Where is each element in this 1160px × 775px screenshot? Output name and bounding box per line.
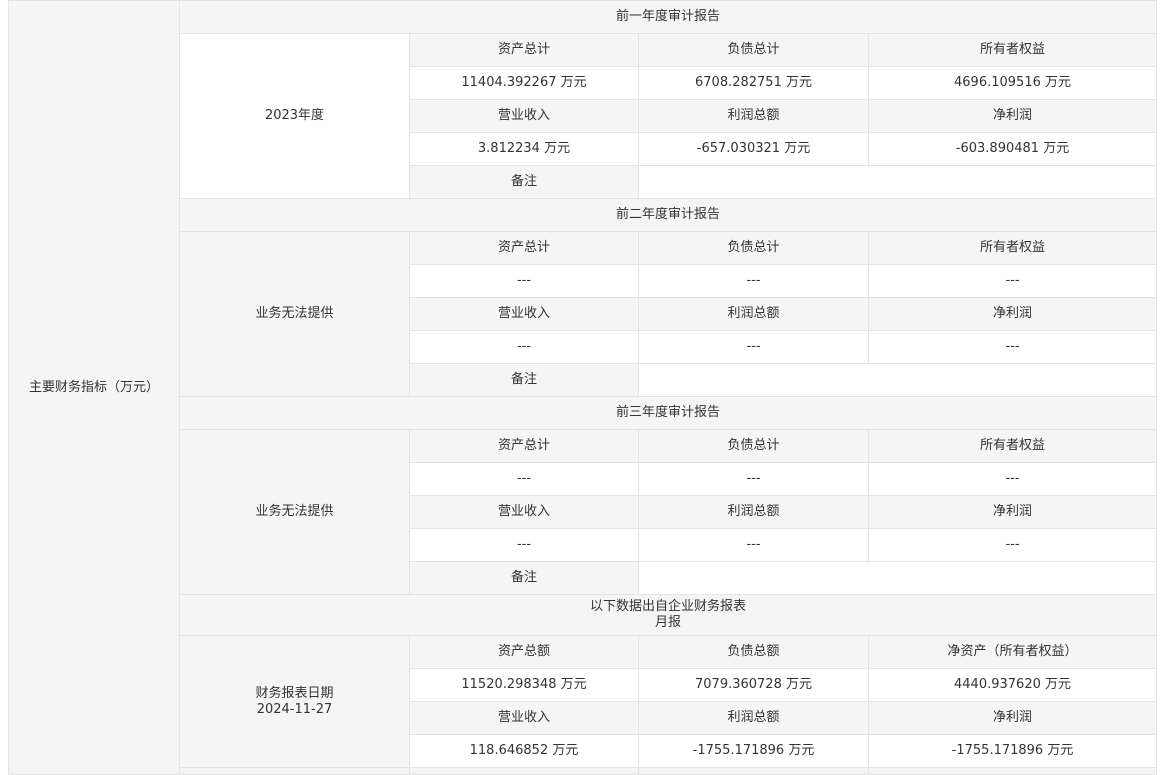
trailing-cell-3 bbox=[638, 767, 869, 775]
year2-equity-value: --- bbox=[867, 264, 1158, 298]
year1-remark-label: 备注 bbox=[409, 165, 639, 199]
report-revenue-label: 营业收入 bbox=[409, 701, 639, 735]
year1-assets-value: 11404.392267 万元 bbox=[409, 66, 639, 100]
trailing-cell-1 bbox=[179, 767, 410, 775]
report-assets-value: 11520.298348 万元 bbox=[409, 668, 639, 702]
year2-label-row-1: 业务无法提供 资产总计 负债总计 所有者权益 bbox=[9, 231, 1158, 397]
year2-assets-value: --- bbox=[409, 264, 639, 298]
year2-revenue-label: 营业收入 bbox=[409, 297, 639, 331]
year3-total-profit-value: --- bbox=[638, 528, 869, 562]
year3-net-profit-label: 净利润 bbox=[867, 495, 1158, 529]
year3-title: 前三年度审计报告 bbox=[178, 396, 1158, 430]
year1-net-profit-label: 净利润 bbox=[867, 99, 1158, 133]
year1-revenue-label: 营业收入 bbox=[409, 99, 639, 133]
year1-total-profit-label: 利润总额 bbox=[638, 99, 869, 133]
report-label-row-1: 财务报表日期 2024-11-27 资产总额 负债总额 净资产（所有者权益） bbox=[9, 635, 1158, 768]
year3-total-profit-label: 利润总额 bbox=[638, 495, 869, 529]
year3-net-profit-value: --- bbox=[867, 528, 1158, 562]
year3-liabilities-value: --- bbox=[638, 462, 869, 496]
year1-remark-value bbox=[637, 165, 1158, 199]
report-date-value: 2024-11-27 bbox=[256, 701, 333, 717]
year3-equity-value: --- bbox=[867, 462, 1158, 496]
year2-remark-value bbox=[637, 363, 1158, 397]
trailing-cell-2 bbox=[409, 767, 639, 775]
year3-period: 业务无法提供 bbox=[179, 429, 410, 595]
trailing-row bbox=[9, 767, 1158, 775]
year2-total-profit-value: --- bbox=[638, 330, 869, 364]
year1-title-row: 主要财务指标（万元） 前一年度审计报告 bbox=[8, 0, 1158, 775]
year3-revenue-label: 营业收入 bbox=[409, 495, 639, 529]
year3-assets-label: 资产总计 bbox=[409, 429, 639, 463]
report-net-profit-label: 净利润 bbox=[867, 701, 1158, 735]
year3-title-row: 前三年度审计报告 bbox=[9, 396, 1158, 430]
year1-liabilities-label: 负债总计 bbox=[638, 33, 869, 67]
year3-equity-label: 所有者权益 bbox=[867, 429, 1158, 463]
year1-equity-value: 4696.109516 万元 bbox=[867, 66, 1158, 100]
year2-liabilities-label: 负债总计 bbox=[638, 231, 869, 265]
report-equity-value: 4440.937620 万元 bbox=[867, 668, 1158, 702]
year1-liabilities-value: 6708.282751 万元 bbox=[638, 66, 869, 100]
report-total-profit-value: -1755.171896 万元 bbox=[638, 734, 869, 768]
year3-revenue-value: --- bbox=[409, 528, 639, 562]
year1-revenue-value: 3.812234 万元 bbox=[409, 132, 639, 166]
year2-net-profit-value: --- bbox=[867, 330, 1158, 364]
year1-label-row-1: 2023年度 资产总计 负债总计 所有者权益 bbox=[9, 33, 1158, 199]
year2-revenue-value: --- bbox=[409, 330, 639, 364]
report-title-row: 以下数据出自企业财务报表 月报 bbox=[9, 594, 1158, 636]
financial-indicators-table: 主要财务指标（万元） 前一年度审计报告 2023年度 资产总计 负债总计 所有者… bbox=[8, 0, 1158, 775]
year2-period: 业务无法提供 bbox=[179, 231, 410, 397]
report-assets-label: 资产总额 bbox=[409, 635, 639, 669]
report-title-line2: 月报 bbox=[655, 615, 682, 630]
report-total-profit-label: 利润总额 bbox=[638, 701, 869, 735]
report-date-label: 财务报表日期 bbox=[255, 685, 334, 701]
year2-remark-label: 备注 bbox=[409, 363, 639, 397]
report-equity-label: 净资产（所有者权益） bbox=[867, 635, 1158, 669]
trailing-cell-4 bbox=[867, 767, 1158, 775]
year3-liabilities-label: 负债总计 bbox=[638, 429, 869, 463]
year2-title-row: 前二年度审计报告 bbox=[9, 198, 1158, 232]
year2-total-profit-label: 利润总额 bbox=[638, 297, 869, 331]
report-title: 以下数据出自企业财务报表 月报 bbox=[178, 594, 1158, 636]
year1-total-profit-value: -657.030321 万元 bbox=[638, 132, 869, 166]
year2-equity-label: 所有者权益 bbox=[867, 231, 1158, 265]
report-liabilities-label: 负债总额 bbox=[638, 635, 869, 669]
year3-label-row-1: 业务无法提供 资产总计 负债总计 所有者权益 bbox=[9, 429, 1158, 595]
year2-net-profit-label: 净利润 bbox=[867, 297, 1158, 331]
report-revenue-value: 118.646852 万元 bbox=[409, 734, 639, 768]
main-financial-indicators-label: 主要财务指标（万元） bbox=[8, 0, 180, 775]
year1-assets-label: 资产总计 bbox=[409, 33, 639, 67]
year1-equity-label: 所有者权益 bbox=[867, 33, 1158, 67]
year3-assets-value: --- bbox=[409, 462, 639, 496]
year2-liabilities-value: --- bbox=[638, 264, 869, 298]
report-title-line1: 以下数据出自企业财务报表 bbox=[590, 599, 747, 614]
year2-title: 前二年度审计报告 bbox=[178, 198, 1158, 232]
year1-period: 2023年度 bbox=[179, 33, 410, 199]
year1-net-profit-value: -603.890481 万元 bbox=[867, 132, 1158, 166]
report-liabilities-value: 7079.360728 万元 bbox=[638, 668, 869, 702]
report-net-profit-value: -1755.171896 万元 bbox=[867, 734, 1158, 768]
year2-assets-label: 资产总计 bbox=[409, 231, 639, 265]
year3-remark-label: 备注 bbox=[409, 561, 639, 595]
report-date-cell: 财务报表日期 2024-11-27 bbox=[179, 635, 410, 768]
year1-title: 前一年度审计报告 bbox=[178, 0, 1158, 34]
year3-remark-value bbox=[637, 561, 1158, 595]
